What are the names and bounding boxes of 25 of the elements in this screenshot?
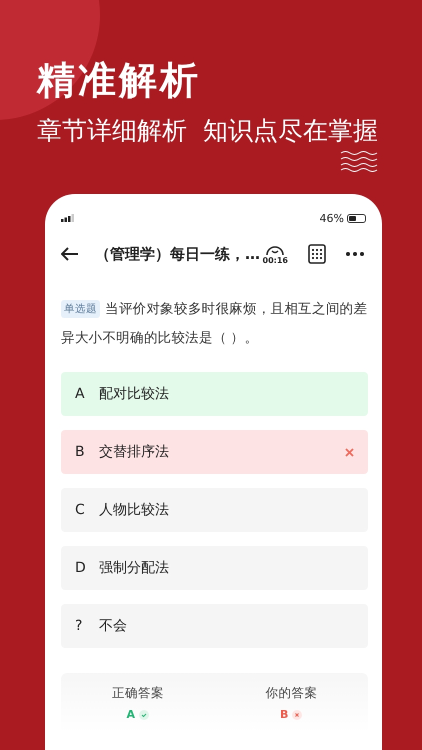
signal-icon <box>61 214 75 222</box>
gauge-icon <box>265 243 286 256</box>
subtitle: 章节详细解析 知识点尽在掌握 <box>37 115 379 147</box>
more-button[interactable] <box>346 252 364 256</box>
answer-option[interactable]: D 强制分配法 <box>61 546 368 590</box>
answer-label: 你的答案 <box>265 685 318 702</box>
answer-label: 正确答案 <box>112 685 164 702</box>
back-button[interactable] <box>61 247 79 261</box>
close-icon <box>345 448 354 456</box>
page-title: （管理学）每日一练，… <box>95 244 261 264</box>
question-text: 当评价对象较多时很麻烦，且相互之间的差 <box>105 300 368 318</box>
question-type-tag: 单选题 <box>61 300 100 318</box>
answer-option[interactable]: ? 不会 <box>61 604 368 648</box>
question-text: 异大小不明确的比较法是（ ）。 <box>61 328 258 346</box>
headline: 精准解析 <box>37 57 202 104</box>
answer-option[interactable]: C 人物比较法 <box>61 488 368 532</box>
answer-letter: B <box>280 708 288 721</box>
timer-text: 00:16 <box>262 256 288 265</box>
wave-icon <box>340 150 378 172</box>
answer-letter: A <box>126 708 135 721</box>
answer-option[interactable]: B 交替排序法 <box>61 430 368 474</box>
battery-percent: 46% <box>320 212 344 224</box>
answer-sheet-button[interactable] <box>308 244 326 264</box>
answer-option[interactable]: A 配对比较法 <box>61 372 368 416</box>
battery-icon <box>347 214 366 222</box>
